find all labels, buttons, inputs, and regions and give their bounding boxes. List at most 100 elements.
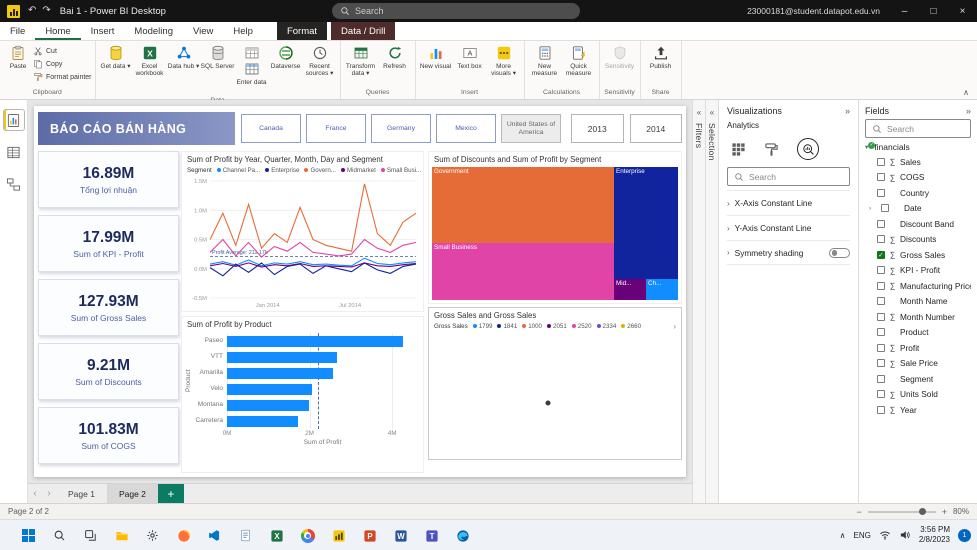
menu-format[interactable]: Format bbox=[277, 22, 327, 40]
report-view-icon[interactable] bbox=[4, 110, 24, 130]
new-measure-button[interactable]: New measure bbox=[528, 42, 562, 87]
enter-data-button[interactable]: Enter data bbox=[235, 42, 269, 95]
field-checkbox-sale-price[interactable] bbox=[877, 359, 885, 367]
legend-item-govern[interactable]: Govern... bbox=[304, 167, 335, 174]
text-box-button[interactable]: AText box bbox=[453, 42, 487, 87]
field-item-segment[interactable]: Segment bbox=[865, 371, 971, 387]
field-item-kpi-profit[interactable]: ∑KPI - Profit bbox=[865, 263, 971, 279]
slicer-button-canada[interactable]: Canada bbox=[241, 114, 301, 143]
slicer-button-germany[interactable]: Germany bbox=[371, 114, 431, 143]
field-item-date[interactable]: ›Date bbox=[865, 201, 971, 217]
kpi-card-t-ng-l-i-nhu-n[interactable]: 16.89MTổng lợi nhuận bbox=[38, 151, 179, 208]
field-checkbox-kpi-profit[interactable] bbox=[877, 266, 885, 274]
taskbar-icon-teams[interactable]: T bbox=[419, 523, 444, 548]
transform-data-button[interactable]: Transform data ▾ bbox=[344, 42, 378, 87]
legend-scroll-icon[interactable]: › bbox=[673, 322, 676, 331]
taskbar-icon-notepad[interactable] bbox=[233, 523, 258, 548]
menu-data-drill[interactable]: Data / Drill bbox=[331, 22, 395, 40]
field-item-month-name[interactable]: Month Name bbox=[865, 294, 971, 310]
dataverse-button[interactable]: Dataverse bbox=[269, 42, 303, 95]
language-indicator[interactable]: ENG bbox=[854, 531, 871, 540]
slicer-button-united-states-of-america[interactable]: United States of America bbox=[501, 114, 561, 143]
selection-pane-collapsed[interactable]: « Selection bbox=[705, 100, 718, 503]
format-visual-icon[interactable] bbox=[764, 142, 779, 157]
publish-button[interactable]: Publish bbox=[644, 42, 678, 87]
symmetry-shading-toggle[interactable] bbox=[829, 248, 850, 258]
field-item-cogs[interactable]: ∑COGS bbox=[865, 170, 971, 186]
taskbar-icon-excel[interactable]: X bbox=[264, 523, 289, 548]
scatter-point[interactable] bbox=[545, 400, 550, 405]
legend-item-2051[interactable]: 2051 bbox=[547, 323, 567, 330]
tab-page-2[interactable]: Page 2 bbox=[107, 484, 158, 503]
collapse-ribbon-icon[interactable]: ∧ bbox=[963, 88, 969, 97]
taskbar-icon-vscode[interactable] bbox=[202, 523, 227, 548]
more-visuals-button[interactable]: More visuals ▾ bbox=[487, 42, 521, 87]
treemap-block-government[interactable]: Government bbox=[432, 167, 614, 243]
field-item-sales[interactable]: ∑Sales bbox=[865, 154, 971, 170]
taskbar-icon-task-view[interactable] bbox=[78, 523, 103, 548]
field-checkbox-gross-sales[interactable]: ✓ bbox=[877, 251, 885, 259]
field-item-product[interactable]: Product bbox=[865, 325, 971, 341]
tab-page-1[interactable]: Page 1 bbox=[56, 484, 107, 503]
legend-item-1000[interactable]: 1000 bbox=[522, 323, 542, 330]
analytics-icon[interactable] bbox=[797, 138, 819, 160]
field-item-discounts[interactable]: ∑Discounts bbox=[865, 232, 971, 248]
model-view-icon[interactable] bbox=[4, 174, 24, 194]
legend-item-enterprise[interactable]: Enterprise bbox=[265, 167, 299, 174]
data-hub-button[interactable]: Data hub ▾ bbox=[167, 42, 201, 95]
build-visual-icon[interactable] bbox=[731, 142, 746, 157]
taskbar-icon-start[interactable] bbox=[16, 523, 41, 548]
field-checkbox-manufacturing-price[interactable] bbox=[877, 282, 885, 290]
field-item-gross-sales[interactable]: ✓∑Gross Sales bbox=[865, 247, 971, 263]
treemap-block-mid[interactable]: Mid... bbox=[614, 279, 646, 300]
treemap-block-small-business[interactable]: Small Business bbox=[432, 243, 614, 300]
taskbar-icon-firefox[interactable] bbox=[171, 523, 196, 548]
zoom-slider[interactable] bbox=[868, 511, 936, 513]
field-checkbox-country[interactable] bbox=[877, 189, 885, 197]
taskbar-icon-search[interactable] bbox=[47, 523, 72, 548]
bar-paseo[interactable] bbox=[227, 336, 403, 347]
slicer-button-mexico[interactable]: Mexico bbox=[436, 114, 496, 143]
taskbar-icon-edge[interactable] bbox=[450, 523, 475, 548]
line-chart-visual[interactable]: Sum of Profit by Year, Quarter, Month, D… bbox=[181, 151, 424, 312]
taskbar-icon-settings[interactable] bbox=[140, 523, 165, 548]
zoom-slider-thumb[interactable] bbox=[919, 508, 926, 515]
refresh-button[interactable]: Refresh bbox=[378, 42, 412, 87]
bar-vtt[interactable] bbox=[227, 352, 337, 363]
bar-montana[interactable] bbox=[227, 400, 309, 411]
legend-item-midmarket[interactable]: Midmarket bbox=[341, 167, 376, 174]
field-item-profit[interactable]: ∑Profit bbox=[865, 340, 971, 356]
field-item-units-sold[interactable]: ∑Units Sold bbox=[865, 387, 971, 403]
new-page-button[interactable]: + bbox=[158, 484, 184, 503]
legend-item-small-busi[interactable]: Small Busi... bbox=[381, 167, 421, 174]
kpi-card-sum-of-discounts[interactable]: 9.21MSum of Discounts bbox=[38, 343, 179, 400]
bar-carretera[interactable] bbox=[227, 416, 298, 427]
menu-insert[interactable]: Insert bbox=[81, 22, 125, 40]
collapse-visualizations-icon[interactable]: » bbox=[845, 106, 850, 116]
kpi-card-sum-of-gross-sales[interactable]: 127.93MSum of Gross Sales bbox=[38, 279, 179, 336]
taskbar-icon-powerpoint[interactable]: P bbox=[357, 523, 382, 548]
undo-icon[interactable]: ↶ bbox=[28, 6, 36, 16]
taskbar-icon-power-bi[interactable] bbox=[326, 523, 351, 548]
menu-modeling[interactable]: Modeling bbox=[124, 22, 183, 40]
slicer-button-2014[interactable]: 2014 bbox=[630, 114, 683, 143]
clock[interactable]: 3:56 PM 2/8/2023 bbox=[919, 525, 950, 545]
field-checkbox-profit[interactable] bbox=[877, 344, 885, 352]
menu-help[interactable]: Help bbox=[223, 22, 263, 40]
field-item-manufacturing-price[interactable]: ∑Manufacturing Price bbox=[865, 278, 971, 294]
kpi-card-sum-of-kpi-profit[interactable]: 17.99MSum of KPI - Profit bbox=[38, 215, 179, 272]
paste-button[interactable]: Paste bbox=[3, 42, 33, 87]
taskbar-icon-chrome[interactable] bbox=[295, 523, 320, 548]
page-nav-prev-icon[interactable]: ‹ bbox=[28, 484, 42, 503]
sensitivity-button[interactable]: Sensitivity bbox=[603, 42, 637, 87]
zoom-out-button[interactable]: − bbox=[856, 507, 861, 517]
bar-amarilla[interactable] bbox=[227, 368, 333, 379]
analytics-section-x-axis-constant-line[interactable]: ›X-Axis Constant Line bbox=[727, 190, 850, 215]
menu-home[interactable]: Home bbox=[35, 22, 80, 40]
legend-item-channel-pa[interactable]: Channel Pa... bbox=[217, 167, 261, 174]
field-checkbox-discount-band[interactable] bbox=[877, 220, 885, 228]
get-data-button[interactable]: Get data ▾ bbox=[99, 42, 133, 95]
speaker-icon[interactable] bbox=[899, 529, 911, 541]
field-checkbox-cogs[interactable] bbox=[877, 173, 885, 181]
tray-chevron-icon[interactable]: ∧ bbox=[840, 531, 846, 540]
